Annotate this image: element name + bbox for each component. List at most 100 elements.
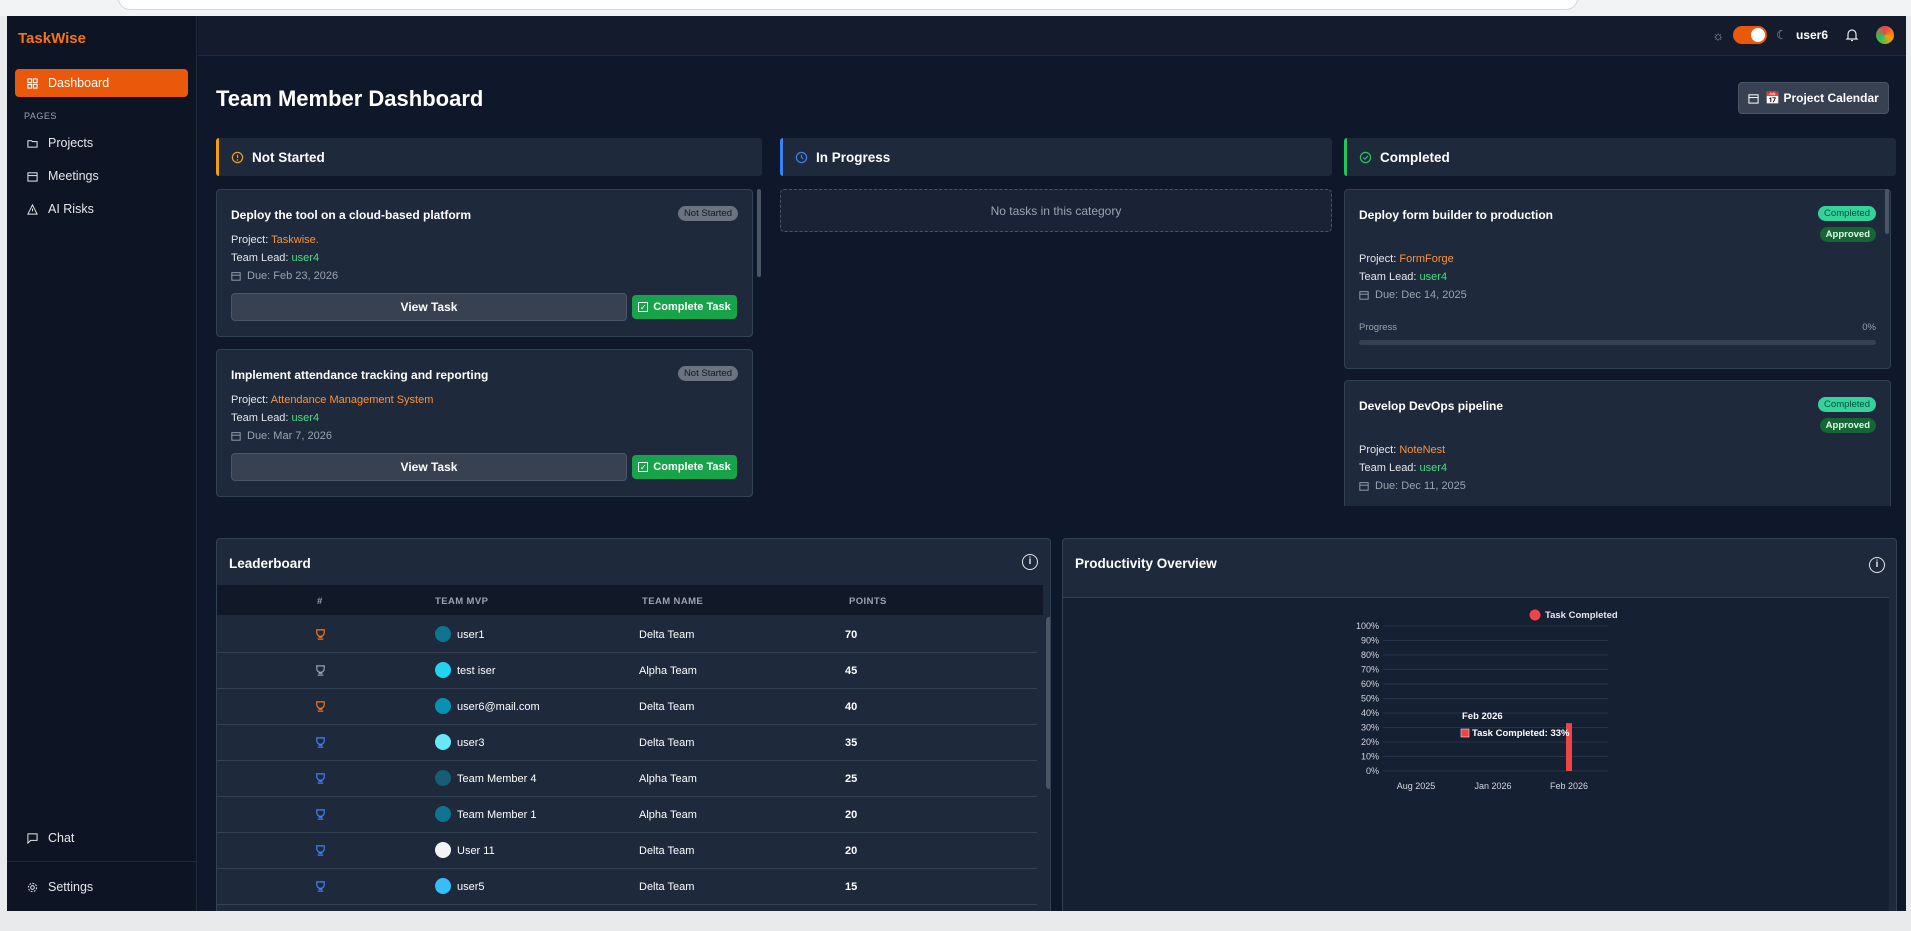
mvp-name: Team Member 4 — [457, 773, 537, 785]
team-name: Alpha Team — [639, 665, 697, 677]
sidebar-item-chat[interactable]: Chat — [15, 824, 188, 852]
team-name: Alpha Team — [639, 773, 697, 785]
status-badge: Not Started — [677, 206, 738, 221]
info-icon[interactable]: i — [1022, 554, 1038, 570]
mvp-name: test iser — [457, 665, 496, 677]
sidebar-item-projects[interactable]: Projects — [15, 129, 188, 157]
column-title: In Progress — [816, 149, 891, 165]
table-row: user3 Delta Team 35 — [217, 725, 1037, 761]
task-title: Deploy form builder to production — [1359, 208, 1553, 222]
task-card[interactable]: Develop DevOps pipeline Completed Approv… — [1344, 380, 1891, 520]
approval-badge: Approved — [1819, 227, 1876, 242]
table-row: user5 Delta Team 15 — [217, 869, 1037, 905]
calendar-icon — [27, 171, 38, 182]
address-bar[interactable] — [118, 0, 1578, 10]
table-row: Team Member 1 Alpha Team 20 — [217, 797, 1037, 833]
username[interactable]: user6 — [1796, 28, 1828, 42]
view-task-button[interactable]: View Task — [231, 293, 627, 321]
avatar — [435, 770, 451, 786]
view-task-button[interactable]: View Task — [231, 453, 627, 481]
complete-task-button[interactable]: ✓ Complete Task — [632, 455, 737, 479]
team-name: Delta Team — [639, 629, 695, 641]
task-lead: Team Lead: user4 — [231, 412, 320, 424]
trophy-icon — [316, 809, 325, 820]
mvp-name: user5 — [457, 881, 485, 893]
moon-icon: ☾ — [1776, 28, 1787, 42]
project-link[interactable]: Taskwise. — [271, 234, 319, 246]
status-badge: Completed — [1818, 206, 1876, 221]
page-title: Team Member Dashboard — [216, 86, 484, 111]
warning-icon — [27, 203, 38, 215]
points: 70 — [845, 629, 858, 641]
points: 40 — [845, 701, 858, 713]
points: 15 — [845, 881, 858, 893]
trophy-icon — [316, 665, 325, 676]
progress-bar — [1359, 340, 1876, 345]
x-tick-label: Jan 2026 — [1474, 781, 1511, 791]
task-card[interactable]: Deploy form builder to production Comple… — [1344, 189, 1891, 369]
team-name: Delta Team — [639, 881, 695, 893]
team-name: Delta Team — [639, 701, 695, 713]
points: 20 — [845, 809, 858, 821]
sidebar-item-ai-risks[interactable]: AI Risks — [15, 195, 188, 223]
column-title: Completed — [1380, 149, 1450, 165]
trophy-icon — [316, 881, 325, 892]
task-project: Project: Attendance Management System — [231, 394, 434, 406]
calendar-icon — [231, 432, 241, 441]
task-lead: Team Lead: user4 — [1359, 462, 1448, 474]
task-card[interactable]: Deploy the tool on a cloud-based platfor… — [216, 189, 753, 337]
sidebar-item-meetings[interactable]: Meetings — [15, 162, 188, 190]
sidebar-item-label: Settings — [48, 880, 94, 894]
checkbox-icon: ✓ — [638, 462, 649, 472]
project-link[interactable]: NoteNest — [1399, 444, 1445, 456]
panel-title: Productivity Overview — [1075, 556, 1217, 571]
task-project: Project: FormForge — [1359, 253, 1454, 265]
complete-task-button[interactable]: ✓ Complete Task — [632, 295, 737, 319]
empty-state: No tasks in this category — [780, 189, 1332, 232]
project-link[interactable]: FormForge — [1399, 253, 1453, 265]
task-due: Due: Dec 14, 2025 — [1359, 289, 1467, 301]
avatar — [435, 734, 451, 750]
y-tick-label: 90% — [1361, 636, 1379, 646]
info-icon[interactable]: i — [1869, 557, 1885, 573]
task-project: Project: Taskwise. — [231, 234, 319, 246]
y-tick-label: 80% — [1361, 650, 1379, 660]
column-in-progress-header: In Progress — [780, 138, 1332, 176]
chart-area: Task Completed 0% 10% 20% 30% 40% 50% 60% 70% 80%… — [1063, 597, 1889, 911]
points: 25 — [845, 773, 858, 785]
sidebar-item-settings[interactable]: Settings — [15, 873, 188, 901]
mvp-name: user6@mail.com — [457, 701, 540, 713]
task-card[interactable]: Implement attendance tracking and report… — [216, 349, 753, 497]
scrollbar[interactable] — [1885, 189, 1889, 234]
brand-logo[interactable]: TaskWise — [18, 30, 86, 47]
task-due: Due: Mar 7, 2026 — [231, 430, 332, 442]
project-link[interactable]: Attendance Management System — [271, 394, 434, 406]
mvp-name: User 11 — [457, 845, 495, 857]
mvp-name: user3 — [457, 737, 485, 749]
checkbox-icon: ✓ — [638, 302, 649, 312]
scrollbar[interactable] — [1046, 617, 1050, 789]
task-project: Project: NoteNest — [1359, 444, 1446, 456]
bell-icon[interactable] — [1845, 28, 1859, 42]
leaderboard-panel: Leaderboard i # TEAM MVP TEAM NAME POINT… — [216, 538, 1051, 911]
sidebar-item-label: Projects — [48, 136, 94, 150]
avatar — [435, 842, 451, 858]
column-fade — [1344, 506, 1904, 526]
progress-value: 0% — [1862, 322, 1876, 333]
trophy-icon — [316, 845, 325, 856]
user-avatar[interactable] — [1876, 26, 1894, 44]
team-name: Delta Team — [639, 737, 695, 749]
table-row: user1 Delta Team 70 — [217, 617, 1037, 653]
scrollbar[interactable] — [757, 189, 761, 277]
progress-label: Progress — [1359, 322, 1398, 333]
y-tick-label: 20% — [1361, 737, 1379, 747]
task-lead: Team Lead: user4 — [231, 252, 320, 264]
theme-toggle[interactable] — [1733, 26, 1768, 44]
sidebar-item-label: Dashboard — [48, 76, 110, 90]
sidebar-divider — [7, 861, 197, 862]
calendar-icon — [231, 272, 241, 281]
sidebar-item-label: Meetings — [48, 169, 99, 183]
project-calendar-button[interactable]: 📅 Project Calendar — [1738, 82, 1889, 114]
approval-badge: Approved — [1819, 418, 1876, 433]
sidebar-item-dashboard[interactable]: Dashboard — [15, 69, 188, 97]
